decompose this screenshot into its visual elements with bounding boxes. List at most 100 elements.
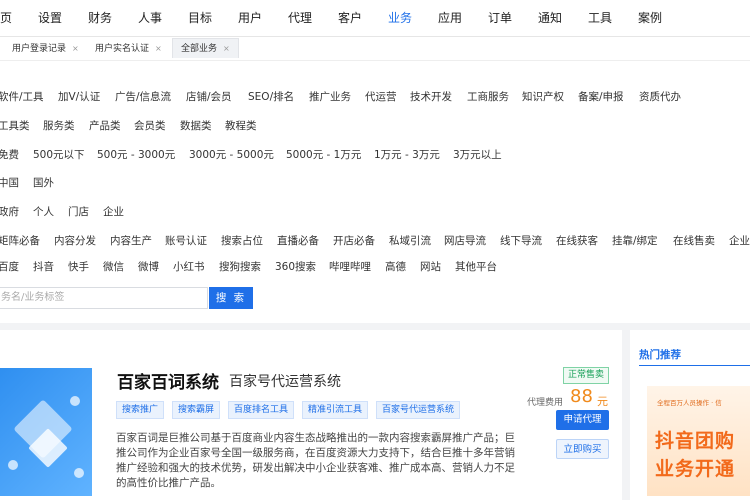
filter-option[interactable]: 国外 (33, 173, 54, 193)
nav-notifications[interactable]: 通知 (538, 0, 562, 36)
filter-option[interactable]: 账号认证 (165, 231, 207, 251)
filter-option[interactable]: 教程类 (225, 116, 257, 136)
sphere-graphic (74, 468, 84, 478)
filter-option[interactable]: 5000元 - 1万元 (286, 145, 361, 165)
product-subtitle: 百家号代运营系统 (229, 374, 341, 390)
product-tag[interactable]: 百家号代运营系统 (376, 401, 461, 419)
filter-option[interactable]: 矩阵必备 (0, 231, 40, 251)
nav-tools[interactable]: 工具 (588, 0, 612, 36)
product-title[interactable]: 百家百词系统 (117, 368, 219, 393)
filter-option[interactable]: 微博 (138, 257, 159, 277)
promo-banner[interactable]: 全程百万人员操作 · 信 抖音团购 业务开通 (647, 386, 750, 496)
filter-option[interactable]: 服务类 (43, 116, 75, 136)
filter-option[interactable]: 快手 (68, 257, 89, 277)
filter-option[interactable]: 技术开发 (410, 87, 452, 107)
filter-option[interactable]: 知识产权 (522, 87, 564, 107)
product-tag[interactable]: 百度排名工具 (228, 401, 295, 419)
filter-option[interactable]: 在线售卖 (673, 231, 715, 251)
filter-option[interactable]: 其他平台 (455, 257, 497, 277)
filter-option[interactable]: 个人 (33, 202, 54, 222)
tab-realname-auth[interactable]: 用户实名认证 × (87, 39, 170, 58)
search-input[interactable]: 务名/业务标签 (0, 287, 208, 309)
nav-settings[interactable]: 设置 (38, 0, 62, 36)
buy-now-button[interactable]: 立即购买 (556, 439, 609, 459)
nav-customers[interactable]: 客户 (338, 0, 362, 36)
filter-option[interactable]: 内容分发 (54, 231, 96, 251)
filter-option[interactable]: 中国 (0, 173, 19, 193)
filter-option[interactable]: 挂靠/绑定 (612, 231, 658, 251)
filter-option[interactable]: 开店必备 (333, 231, 375, 251)
nav-hr[interactable]: 人事 (138, 0, 162, 36)
filter-option[interactable]: 在线获客 (556, 231, 598, 251)
filter-option[interactable]: 会员类 (134, 116, 166, 136)
nav-business[interactable]: 业务 (388, 0, 412, 36)
nav-agents[interactable]: 代理 (288, 0, 312, 36)
product-tag[interactable]: 搜索推广 (116, 401, 165, 419)
filter-option[interactable]: 哔哩哔哩 (329, 257, 371, 277)
sphere-graphic (8, 460, 18, 470)
product-thumbnail[interactable] (0, 368, 92, 496)
filter-option[interactable]: SEO/排名 (248, 87, 294, 107)
nav-finance[interactable]: 财务 (88, 0, 112, 36)
filter-option[interactable]: 微信 (103, 257, 124, 277)
filter-option[interactable]: 政府 (0, 202, 19, 222)
filter-option[interactable]: 免费 (0, 145, 19, 165)
filter-option[interactable]: 推广业务 (309, 87, 351, 107)
close-icon[interactable]: × (155, 44, 162, 53)
filter-option[interactable]: 备案/申报 (578, 87, 624, 107)
filter-option[interactable]: 网站 (420, 257, 441, 277)
filter-option[interactable]: 加V/认证 (58, 87, 100, 107)
filter-option[interactable]: 内容生产 (110, 231, 152, 251)
filter-option[interactable]: 工具类 (0, 116, 30, 136)
nav-cases[interactable]: 案例 (638, 0, 662, 36)
promo-strip: 全程百万人员操作 · 信 (657, 399, 722, 407)
filter-option[interactable]: 私域引流 (389, 231, 431, 251)
filter-option[interactable]: 店铺/会员 (186, 87, 232, 107)
filter-option[interactable]: 3000元 - 5000元 (189, 145, 274, 165)
filter-option[interactable]: 门店 (68, 202, 89, 222)
filter-option[interactable]: 500元 - 3000元 (97, 145, 175, 165)
tab-all-business[interactable]: 全部业务 × (172, 38, 239, 58)
nav-apps[interactable]: 应用 (438, 0, 462, 36)
nav-goals[interactable]: 目标 (188, 0, 212, 36)
sphere-graphic (70, 396, 80, 406)
hot-recommend-title: 热门推荐 (639, 349, 681, 361)
product-tag[interactable]: 搜索霸屏 (172, 401, 221, 419)
filter-option[interactable]: 代运营 (365, 87, 397, 107)
filter-option[interactable]: 线下导流 (500, 231, 542, 251)
nav-users[interactable]: 用户 (238, 0, 262, 36)
fee-amount: 88 (570, 386, 593, 407)
filter-option[interactable]: 360搜索 (275, 257, 316, 277)
apply-agent-button[interactable]: 申请代理 (556, 410, 609, 430)
filter-option[interactable]: 广告/信息流 (115, 87, 171, 107)
product-tag[interactable]: 精准引流工具 (302, 401, 369, 419)
filter-option[interactable]: 网店导流 (444, 231, 486, 251)
filter-option[interactable]: 小红书 (173, 257, 205, 277)
tab-login-records[interactable]: 用户登录记录 × (4, 39, 87, 58)
filter-option[interactable]: 1万元 - 3万元 (374, 145, 440, 165)
close-icon[interactable]: × (72, 44, 79, 53)
promo-headline: 业务开通 (655, 458, 736, 480)
filter-option[interactable]: 产品类 (89, 116, 121, 136)
filter-option[interactable]: 500元以下 (33, 145, 85, 165)
nav-orders[interactable]: 订单 (488, 0, 512, 36)
nav-home[interactable]: 页 (0, 0, 12, 36)
filter-option[interactable]: 软件/工具 (0, 87, 44, 107)
filter-option[interactable]: 工商服务 (467, 87, 509, 107)
filter-option[interactable]: 直播必备 (277, 231, 319, 251)
status-badge: 正常售卖 (563, 367, 610, 384)
filter-option[interactable]: 资质代办 (639, 87, 681, 107)
filter-option[interactable]: 企业 (729, 231, 750, 251)
filter-option[interactable]: 搜狗搜索 (219, 257, 261, 277)
tab-bar: 用户登录记录 × 用户实名认证 × 全部业务 × (0, 37, 750, 61)
filter-option[interactable]: 3万元以上 (453, 145, 502, 165)
close-icon[interactable]: × (223, 44, 230, 53)
top-navigation: 页 设置 财务 人事 目标 用户 代理 客户 业务 应用 订单 通知 工具 案例 (0, 0, 750, 37)
filter-option[interactable]: 抖音 (33, 257, 54, 277)
filter-option[interactable]: 搜索占位 (221, 231, 263, 251)
filter-option[interactable]: 企业 (103, 202, 124, 222)
search-button[interactable]: 搜 索 (209, 287, 253, 309)
filter-option[interactable]: 数据类 (180, 116, 212, 136)
filter-option[interactable]: 百度 (0, 257, 19, 277)
filter-option[interactable]: 高德 (385, 257, 406, 277)
